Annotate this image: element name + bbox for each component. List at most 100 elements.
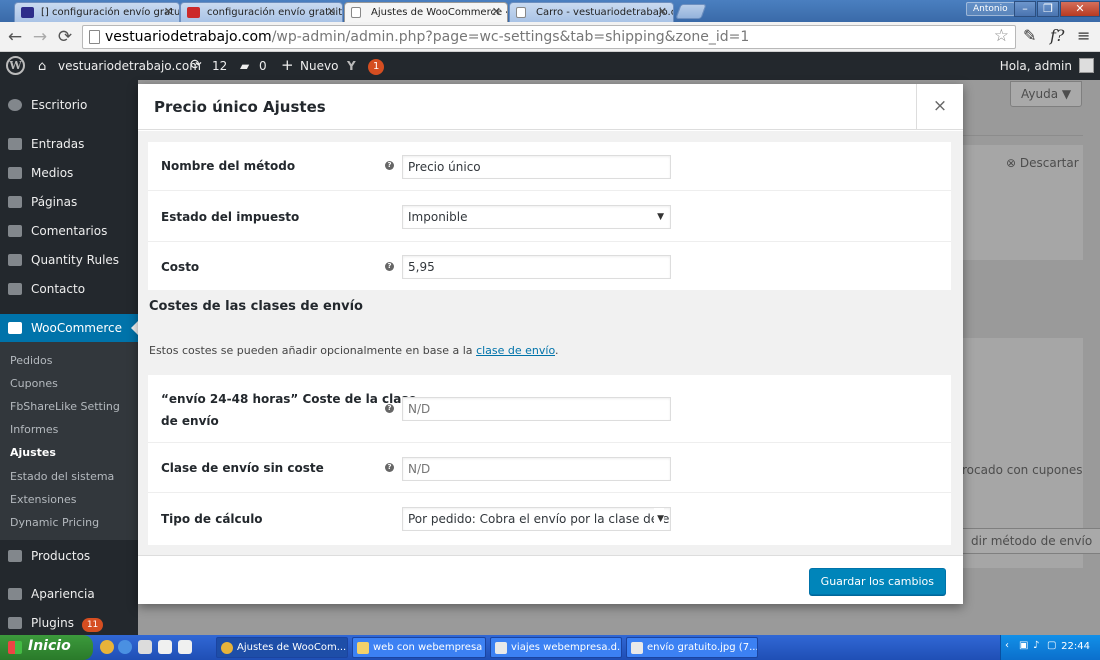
- sidebar-item-escritorio[interactable]: Escritorio: [0, 91, 138, 119]
- calculation-type-select[interactable]: Por pedido: Cobra el envío por la clase …: [402, 507, 671, 531]
- start-button[interactable]: Inicio: [0, 635, 93, 660]
- help-tip-icon[interactable]: ?: [385, 463, 394, 472]
- sidebar-item-quantity-rules[interactable]: Quantity Rules: [0, 246, 138, 274]
- sidebar-item-paginas[interactable]: Páginas: [0, 188, 138, 216]
- document-icon: [495, 642, 507, 654]
- tray-expand-icon[interactable]: ‹: [1005, 640, 1009, 651]
- page-info-icon[interactable]: [89, 30, 100, 44]
- submenu-ajustes[interactable]: Ajustes: [10, 446, 56, 459]
- help-tip-icon[interactable]: ?: [385, 262, 394, 271]
- sidebar-item-medios[interactable]: Medios: [0, 159, 138, 187]
- help-button[interactable]: Ayuda ▼: [1010, 81, 1083, 107]
- help-tip-icon[interactable]: ?: [385, 404, 394, 413]
- site-name-link[interactable]: vestuariodetrabajo.com: [58, 59, 201, 73]
- comments-icon[interactable]: ▰: [240, 59, 249, 73]
- plus-icon[interactable]: +: [281, 56, 294, 74]
- close-icon[interactable]: ×: [916, 84, 963, 130]
- image-icon: [631, 642, 643, 654]
- back-button[interactable]: ←: [5, 27, 25, 47]
- sidebar-item-contacto[interactable]: Contacto: [0, 275, 138, 303]
- bookmark-star-icon[interactable]: ☆: [994, 26, 1009, 46]
- submenu-informes[interactable]: Informes: [10, 423, 58, 436]
- sidebar-item-plugins[interactable]: Plugins 11: [0, 609, 138, 637]
- desktop-quicklaunch-icon[interactable]: [158, 640, 172, 654]
- chrome-quicklaunch-icon[interactable]: [100, 640, 114, 654]
- discard-link[interactable]: ⊗ Descartar: [1006, 156, 1079, 170]
- new-content-link[interactable]: Nuevo: [300, 59, 338, 73]
- submenu-cupones[interactable]: Cupones: [10, 377, 58, 390]
- modal-body: Nombre del método ? Estado del impuesto …: [138, 131, 963, 555]
- formula-extension-icon[interactable]: f?: [1050, 26, 1065, 45]
- cost-input[interactable]: [402, 255, 671, 279]
- no-class-cost-input[interactable]: [402, 457, 671, 481]
- help-tip-icon[interactable]: ?: [385, 161, 394, 170]
- explorer-quicklaunch-icon[interactable]: [178, 640, 192, 654]
- taskbar-item-image[interactable]: envío gratuito.jpg (7...: [626, 637, 758, 658]
- yoast-notification-badge[interactable]: 1: [368, 58, 385, 75]
- sidebar-item-comentarios[interactable]: Comentarios: [0, 217, 138, 245]
- app-quicklaunch-icon[interactable]: [138, 640, 152, 654]
- clock[interactable]: 22:44: [1061, 641, 1090, 652]
- taskbar-item-document[interactable]: viajes webempresa.d...: [490, 637, 622, 658]
- avatar[interactable]: [1079, 58, 1094, 73]
- eyedropper-extension-icon[interactable]: ✎: [1023, 26, 1036, 45]
- method-name-input[interactable]: [402, 155, 671, 179]
- close-tab-icon[interactable]: ✕: [492, 5, 501, 18]
- tax-status-select[interactable]: Imponible ▼: [402, 205, 671, 229]
- sidebar-item-label: Productos: [31, 549, 91, 563]
- mail-icon: [8, 283, 22, 295]
- taskbar-item-folder[interactable]: web con webempresa: [352, 637, 486, 658]
- reload-button[interactable]: ⟳: [55, 27, 75, 47]
- url-path: /wp-admin/admin.php?page=wc-settings&tab…: [271, 29, 750, 45]
- submenu-dynamic-pricing[interactable]: Dynamic Pricing: [10, 516, 99, 529]
- row-method-name: Nombre del método ?: [148, 142, 951, 191]
- new-tab-button[interactable]: [675, 4, 707, 19]
- shipping-class-table: “envío 24-48 horas” Coste de la clase de…: [148, 375, 951, 545]
- updates-icon[interactable]: ⟳: [190, 57, 202, 73]
- browser-tab-1[interactable]: [] configuración envío gratuit ✕: [14, 2, 180, 22]
- browser-tab-3[interactable]: Ajustes de WooCommerce ‹ ✕: [344, 2, 508, 23]
- account-greeting[interactable]: Hola, admin: [1000, 59, 1072, 73]
- restore-window-button[interactable]: ❐: [1037, 1, 1059, 17]
- close-tab-icon[interactable]: ✕: [164, 5, 173, 18]
- shipping-class-link[interactable]: clase de envío: [476, 344, 555, 357]
- class-cost-input[interactable]: [402, 397, 671, 421]
- tray-app-icon[interactable]: ▢: [1047, 640, 1056, 651]
- taskbar-item-chrome[interactable]: Ajustes de WooCom...: [216, 637, 348, 658]
- task-label: viajes webempresa.d...: [511, 642, 622, 653]
- sidebar-item-productos[interactable]: Productos: [0, 542, 138, 570]
- submenu-estado-sistema[interactable]: Estado del sistema: [10, 470, 114, 483]
- close-window-button[interactable]: ✕: [1060, 1, 1100, 17]
- calculation-type-value: Por pedido: Cobra el envío por la clase …: [408, 512, 671, 526]
- cost-label: Costo: [161, 260, 200, 274]
- network-icon[interactable]: ▣: [1019, 640, 1028, 651]
- comments-count[interactable]: 0: [259, 59, 267, 73]
- submenu-extensiones[interactable]: Extensiones: [10, 493, 77, 506]
- submenu-pedidos[interactable]: Pedidos: [10, 354, 53, 367]
- shipping-class-costs-heading: Costes de las clases de envío: [149, 299, 363, 314]
- sidebar-item-woocommerce[interactable]: WooCommerce: [0, 314, 138, 342]
- add-shipping-method-button[interactable]: dir método de envío: [960, 528, 1100, 554]
- forward-button[interactable]: →: [30, 27, 50, 47]
- browser-tab-4[interactable]: Carro - vestuariodetrabajo.c ✕: [509, 2, 674, 22]
- sidebar-item-entradas[interactable]: Entradas: [0, 130, 138, 158]
- yoast-icon[interactable]: Y: [347, 59, 356, 73]
- submenu-fbsharelike[interactable]: FbShareLike Setting: [10, 400, 120, 413]
- browser-tab-2[interactable]: configuración envío gratuito ✕: [180, 2, 343, 22]
- modal-header: Precio único Ajustes ×: [138, 84, 963, 130]
- updates-count[interactable]: 12: [212, 59, 227, 73]
- minimize-window-button[interactable]: –: [1014, 1, 1036, 17]
- close-tab-icon[interactable]: ✕: [658, 5, 667, 18]
- sidebar-item-apariencia[interactable]: Apariencia: [0, 580, 138, 608]
- ie-quicklaunch-icon[interactable]: [118, 640, 132, 654]
- menu-icon[interactable]: ≡: [1077, 26, 1090, 45]
- plugins-icon: [8, 617, 22, 629]
- address-bar[interactable]: vestuariodetrabajo.com/wp-admin/admin.ph…: [82, 25, 1016, 49]
- windows-logo-icon: [8, 641, 22, 654]
- wordpress-logo-icon[interactable]: W: [6, 56, 25, 75]
- row-tax-status: Estado del impuesto Imponible ▼: [148, 191, 951, 242]
- products-icon: [8, 550, 22, 562]
- save-changes-button[interactable]: Guardar los cambios: [808, 568, 946, 595]
- volume-icon[interactable]: ♪: [1033, 640, 1039, 651]
- close-tab-icon[interactable]: ✕: [327, 5, 336, 18]
